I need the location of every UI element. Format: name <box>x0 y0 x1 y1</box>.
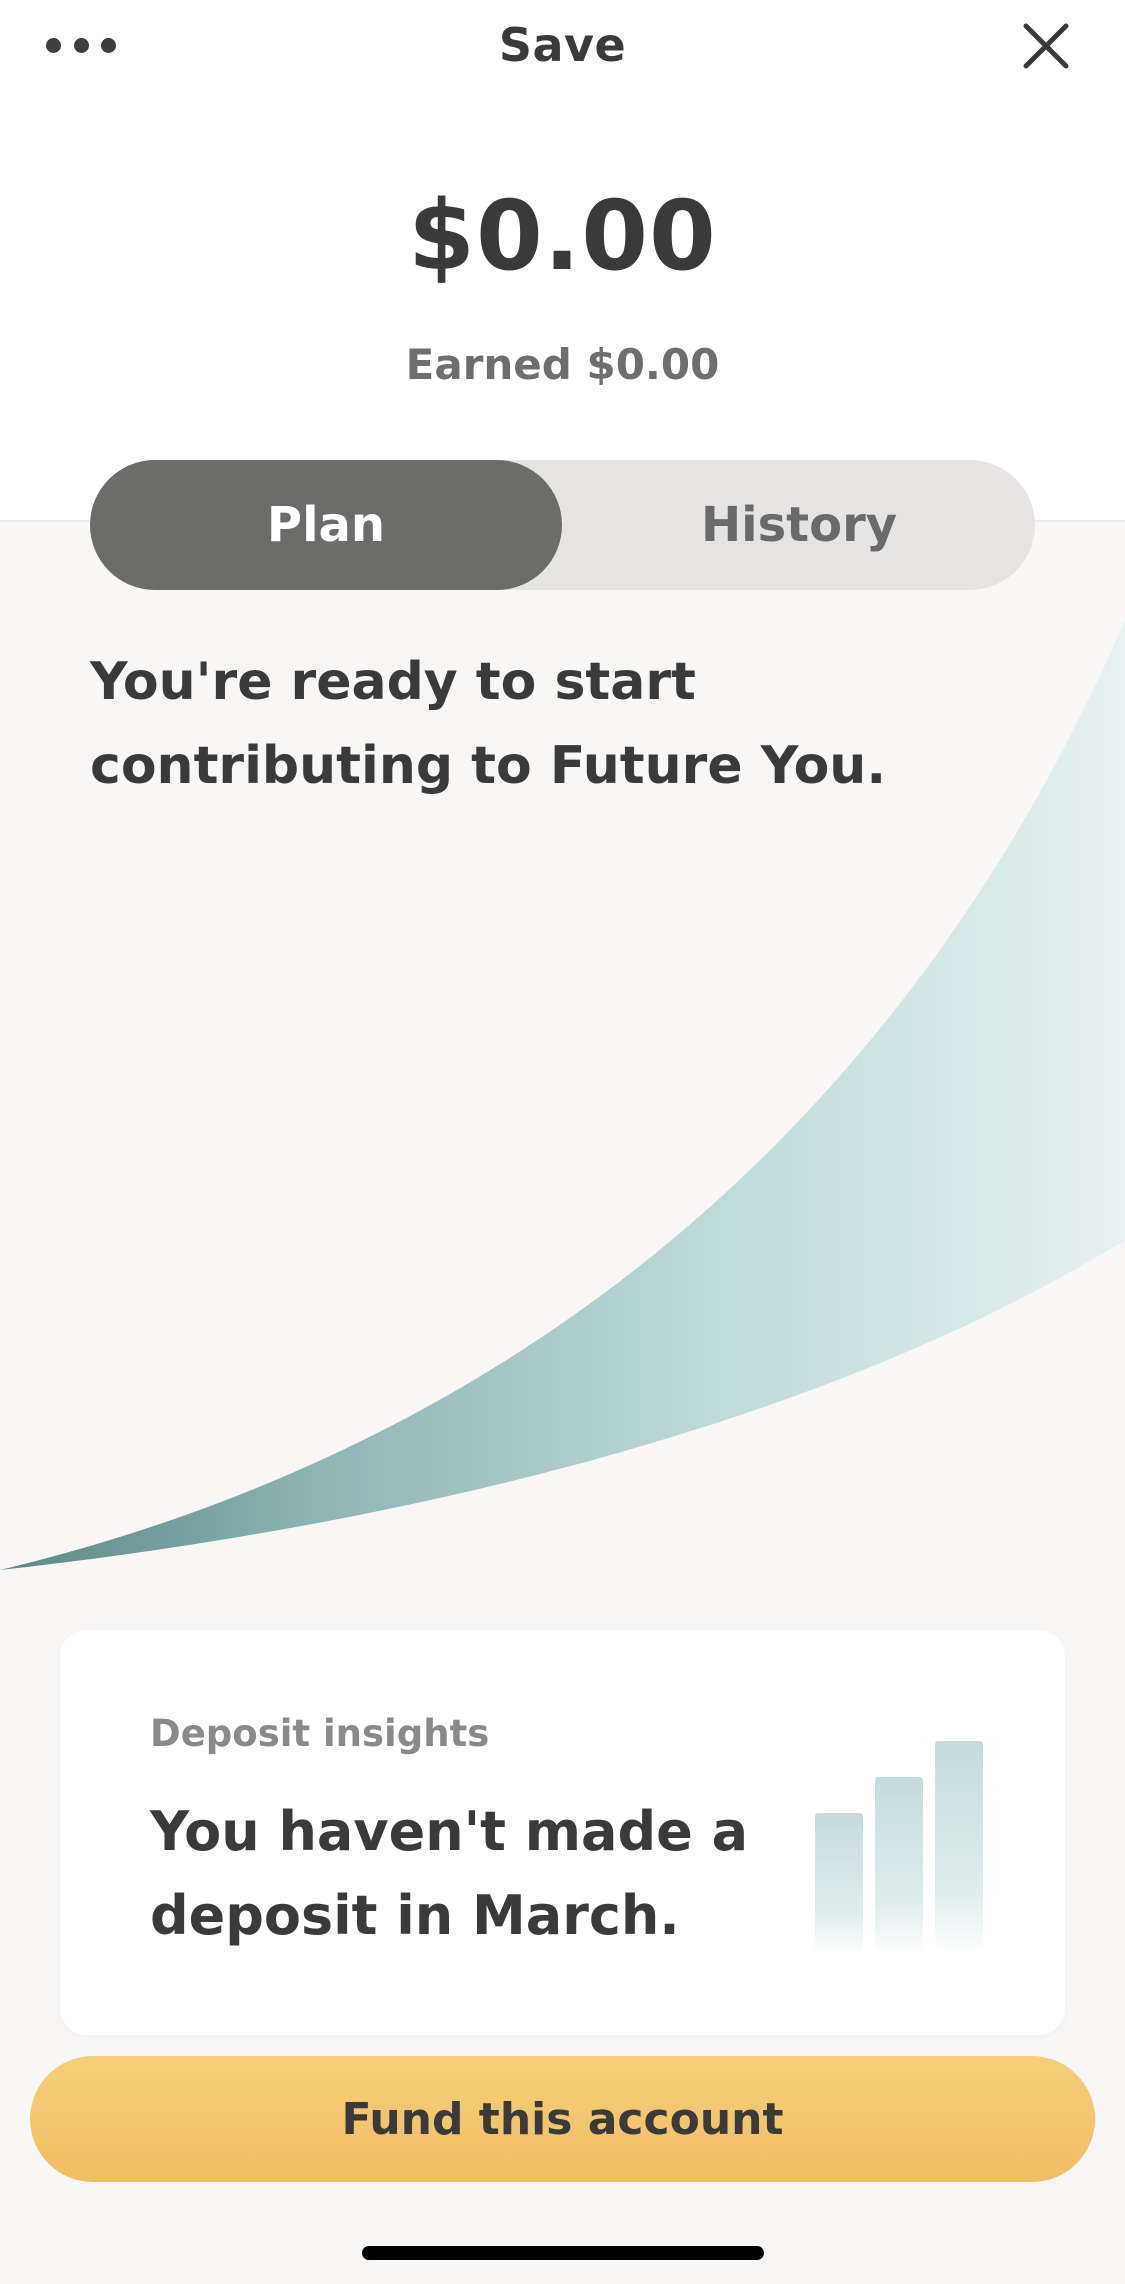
page-title: Save <box>498 18 627 72</box>
tab-plan[interactable]: Plan <box>90 460 562 590</box>
save-screen: Save $0.00 Earned $0.00 Plan History You… <box>0 0 1125 2284</box>
bar-chart-icon <box>815 1741 983 1955</box>
tab-history[interactable]: History <box>563 460 1035 590</box>
insight-text: You haven't made a deposit in March. <box>150 1800 749 1947</box>
nav-bar: Save <box>0 0 1125 95</box>
insight-label: Deposit insights <box>150 1712 490 1755</box>
fund-account-button[interactable]: Fund this account <box>30 2056 1095 2182</box>
balance-amount: $0.00 <box>408 180 717 292</box>
deposit-insight-card[interactable]: Deposit insights You haven't made a depo… <box>60 1630 1065 2035</box>
close-icon[interactable] <box>1016 16 1076 76</box>
home-indicator <box>362 2246 764 2260</box>
earned-amount: Earned $0.00 <box>405 340 720 389</box>
plan-history-toggle: Plan History <box>90 460 1035 590</box>
header-area: Save $0.00 Earned $0.00 <box>0 0 1125 522</box>
plan-headline: You're ready to start contributing to Fu… <box>90 652 887 796</box>
